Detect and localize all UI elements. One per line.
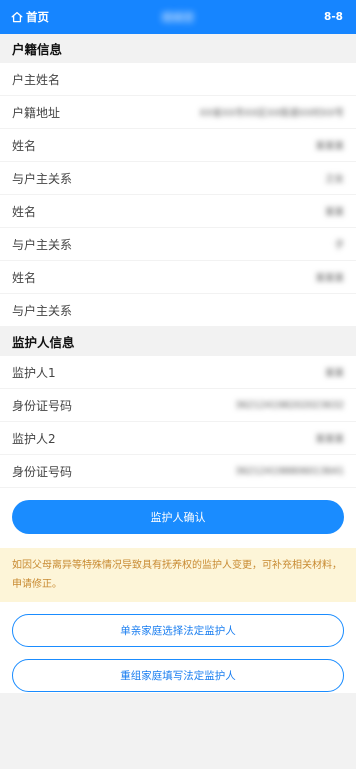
page-title: 婚姻登 (161, 11, 195, 24)
row-value: 某某 (324, 368, 344, 379)
row-label: 与户主关系 (12, 303, 73, 318)
household-row: 姓名 某某 (0, 195, 356, 228)
row-value: 某某某 (315, 273, 344, 284)
reorganized-family-button[interactable]: 重组家庭填写法定监护人 (12, 659, 344, 692)
row-label: 监护人2 (12, 431, 56, 446)
top-nav-bar: 首页 婚姻登 8-8 (0, 0, 356, 34)
row-value: 362124198202023632 (235, 399, 344, 411)
single-parent-button[interactable]: 单亲家庭选择法定监护人 (12, 614, 344, 647)
guardian-confirm-button[interactable]: 监护人确认 (12, 500, 344, 534)
household-section-title: 户籍信息 (0, 34, 356, 63)
household-row: 与户主关系 之女 (0, 162, 356, 195)
guardian-row: 身份证号码 362124198202023632 (0, 389, 356, 422)
row-value: 362124198806013641 (235, 465, 344, 477)
guardian-section-title: 监护人信息 (0, 327, 356, 356)
row-value: XX省XX市XX区XX街道XX村XX号 (199, 108, 344, 119)
household-row: 户籍地址 XX省XX市XX区XX街道XX村XX号 (0, 96, 356, 129)
home-link[interactable]: 首页 (0, 0, 49, 34)
home-label: 首页 (26, 10, 49, 24)
household-row: 户主姓名 (0, 63, 356, 96)
guardian-row: 监护人2 某某某 (0, 422, 356, 455)
guardian-row: 身份证号码 362124198806013641 (0, 455, 356, 488)
household-rows: 户主姓名 户籍地址 XX省XX市XX区XX街道XX村XX号 姓名 某某某 与户主… (0, 63, 356, 327)
guardian-row: 监护人1 某某 (0, 356, 356, 389)
row-label: 身份证号码 (12, 398, 73, 413)
guardian-rows: 监护人1 某某 身份证号码 362124198202023632 监护人2 某某… (0, 356, 356, 488)
row-label: 监护人1 (12, 365, 56, 380)
confirm-area: 监护人确认 (0, 488, 356, 548)
notice-text: 如因父母离异等特殊情况导致具有抚养权的监护人变更，可补充相关材料，申请修正。 (0, 548, 356, 602)
row-label: 姓名 (12, 138, 37, 153)
row-label: 与户主关系 (12, 171, 73, 186)
row-label: 身份证号码 (12, 464, 73, 479)
row-label: 姓名 (12, 270, 37, 285)
row-label: 与户主关系 (12, 237, 73, 252)
row-label: 姓名 (12, 204, 37, 219)
row-label: 户主姓名 (12, 72, 61, 87)
option-buttons: 单亲家庭选择法定监护人 重组家庭填写法定监护人 (0, 602, 356, 693)
page-indicator: 8-8 (324, 11, 343, 23)
household-row: 与户主关系 子 (0, 228, 356, 261)
row-value: 之女 (324, 174, 344, 185)
household-row: 与户主关系 (0, 294, 356, 327)
household-row: 姓名 某某某 (0, 261, 356, 294)
home-icon (11, 11, 23, 23)
row-value: 某某某 (315, 141, 344, 152)
row-value: 某某某 (315, 434, 344, 445)
row-label: 户籍地址 (12, 105, 61, 120)
row-value: 子 (334, 240, 344, 251)
row-value: 某某 (324, 207, 344, 218)
household-row: 姓名 某某某 (0, 129, 356, 162)
